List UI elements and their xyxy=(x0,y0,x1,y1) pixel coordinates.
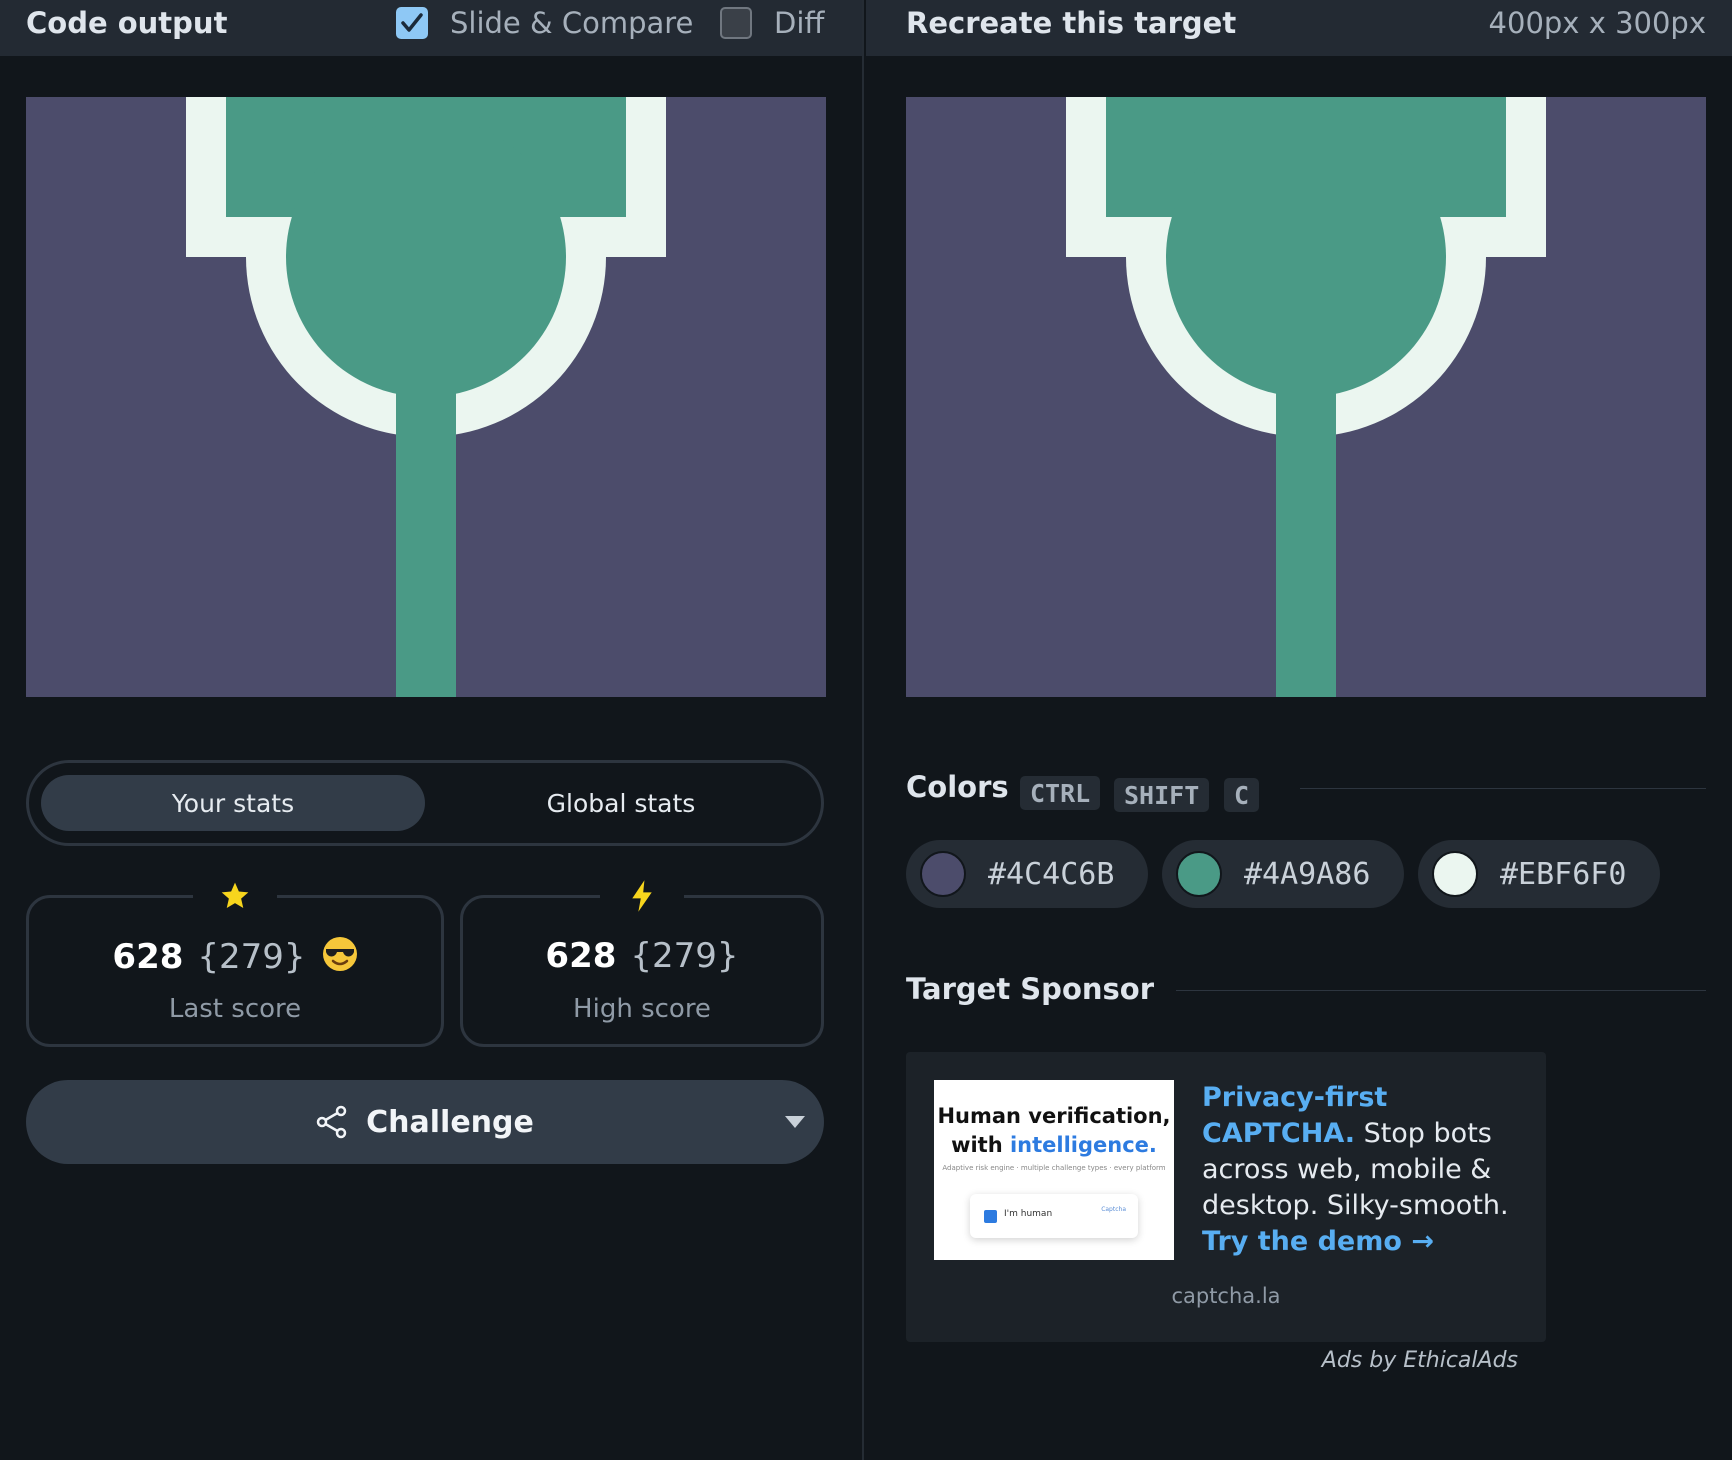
ad-cta-link[interactable]: Try the demo → xyxy=(1202,1226,1434,1257)
last-score-match: {279} xyxy=(197,937,306,977)
target-dimensions: 400px x 300px xyxy=(1488,6,1706,40)
sponsor-ad[interactable]: Human verification, with intelligence. A… xyxy=(906,1052,1546,1342)
swatch-dot xyxy=(1432,851,1478,897)
sunglasses-emoji-icon xyxy=(322,936,358,981)
high-score-match: {279} xyxy=(630,936,739,976)
tab-your-stats[interactable]: Your stats xyxy=(41,775,425,831)
swatch-hex: #EBF6F0 xyxy=(1500,856,1627,892)
diff-label: Diff xyxy=(774,6,825,40)
challenge-button[interactable]: Challenge xyxy=(26,1080,824,1164)
color-swatch[interactable]: #EBF6F0 xyxy=(1418,840,1660,908)
ad-image-checkbox-label: I'm human xyxy=(1004,1209,1053,1219)
challenge-label: Challenge xyxy=(366,1104,534,1140)
sponsor-divider xyxy=(1176,990,1706,991)
high-score-card: 628 {279} High score xyxy=(460,876,824,1047)
swatch-dot xyxy=(920,851,966,897)
ad-image-brand: Captcha xyxy=(1101,1206,1126,1213)
slide-compare-checkbox[interactable] xyxy=(396,7,428,39)
ad-image-tagline: Adaptive risk engine · multiple challeng… xyxy=(942,1164,1166,1172)
ads-by-ethicalads[interactable]: Ads by EthicalAds xyxy=(906,1348,1546,1373)
high-score-label: High score xyxy=(573,994,711,1024)
checkmark-icon xyxy=(401,13,423,32)
sponsor-title: Target Sponsor xyxy=(906,972,1155,1006)
diff-toggle[interactable]: Diff xyxy=(720,6,824,40)
swatch-hex: #4A9A86 xyxy=(1244,856,1371,892)
code-output-canvas[interactable] xyxy=(26,97,826,697)
target-canvas xyxy=(906,97,1706,697)
target-title: Recreate this target xyxy=(906,6,1237,40)
kbd-c: C xyxy=(1224,778,1260,812)
colors-divider xyxy=(1300,788,1706,789)
tab-global-stats[interactable]: Global stats xyxy=(429,775,813,831)
ad-image-heading: Human verification, with intelligence. xyxy=(934,1102,1174,1160)
last-score-label: Last score xyxy=(168,994,302,1024)
high-score-number: 628 xyxy=(545,936,617,976)
slide-compare-label: Slide & Compare xyxy=(450,6,694,40)
share-icon xyxy=(316,1105,347,1139)
star-icon xyxy=(193,876,277,916)
sponsor-ad-image[interactable]: Human verification, with intelligence. A… xyxy=(934,1080,1174,1260)
lightning-icon xyxy=(600,876,684,916)
ad-image-captcha-widget: I'm human Captcha xyxy=(970,1194,1138,1238)
code-output-header: Code output Slide & Compare Diff xyxy=(0,0,862,56)
kbd-ctrl: CTRL xyxy=(1020,776,1101,810)
swatch-dot xyxy=(1176,851,1222,897)
stats-tabs: Your stats Global stats xyxy=(26,760,824,846)
checkbox-icon xyxy=(984,1210,997,1223)
code-output-title: Code output xyxy=(26,6,228,40)
diff-checkbox[interactable] xyxy=(720,7,752,39)
color-swatch[interactable]: #4C4C6B xyxy=(906,840,1148,908)
target-header: Recreate this target 400px x 300px xyxy=(866,0,1732,56)
ad-domain[interactable]: captcha.la xyxy=(906,1284,1546,1308)
color-swatch[interactable]: #4A9A86 xyxy=(1162,840,1404,908)
last-score-value: 628 {279} xyxy=(29,936,441,981)
target-panel: Recreate this target 400px x 300px Color… xyxy=(866,0,1732,1460)
ad-image-heading-line1: Human verification, xyxy=(937,1104,1171,1128)
last-score-card: 628 {279} Last score xyxy=(26,876,444,1047)
kbd-shift: SHIFT xyxy=(1114,778,1210,812)
sponsor-ad-text[interactable]: Privacy-first CAPTCHA. Stop bots across … xyxy=(1202,1080,1522,1260)
swatch-hex: #4C4C6B xyxy=(988,856,1115,892)
slide-compare-toggle[interactable]: Slide & Compare xyxy=(396,6,693,40)
chevron-down-icon[interactable] xyxy=(784,1114,806,1130)
ad-image-heading-prefix: with xyxy=(951,1133,1010,1157)
high-score-value: 628 {279} xyxy=(463,936,821,976)
code-output-panel: Code output Slide & Compare Diff Your st… xyxy=(0,0,864,1460)
colors-title: Colors xyxy=(906,770,1009,804)
ad-image-heading-highlight: intelligence. xyxy=(1009,1133,1157,1157)
last-score-number: 628 xyxy=(112,937,184,977)
